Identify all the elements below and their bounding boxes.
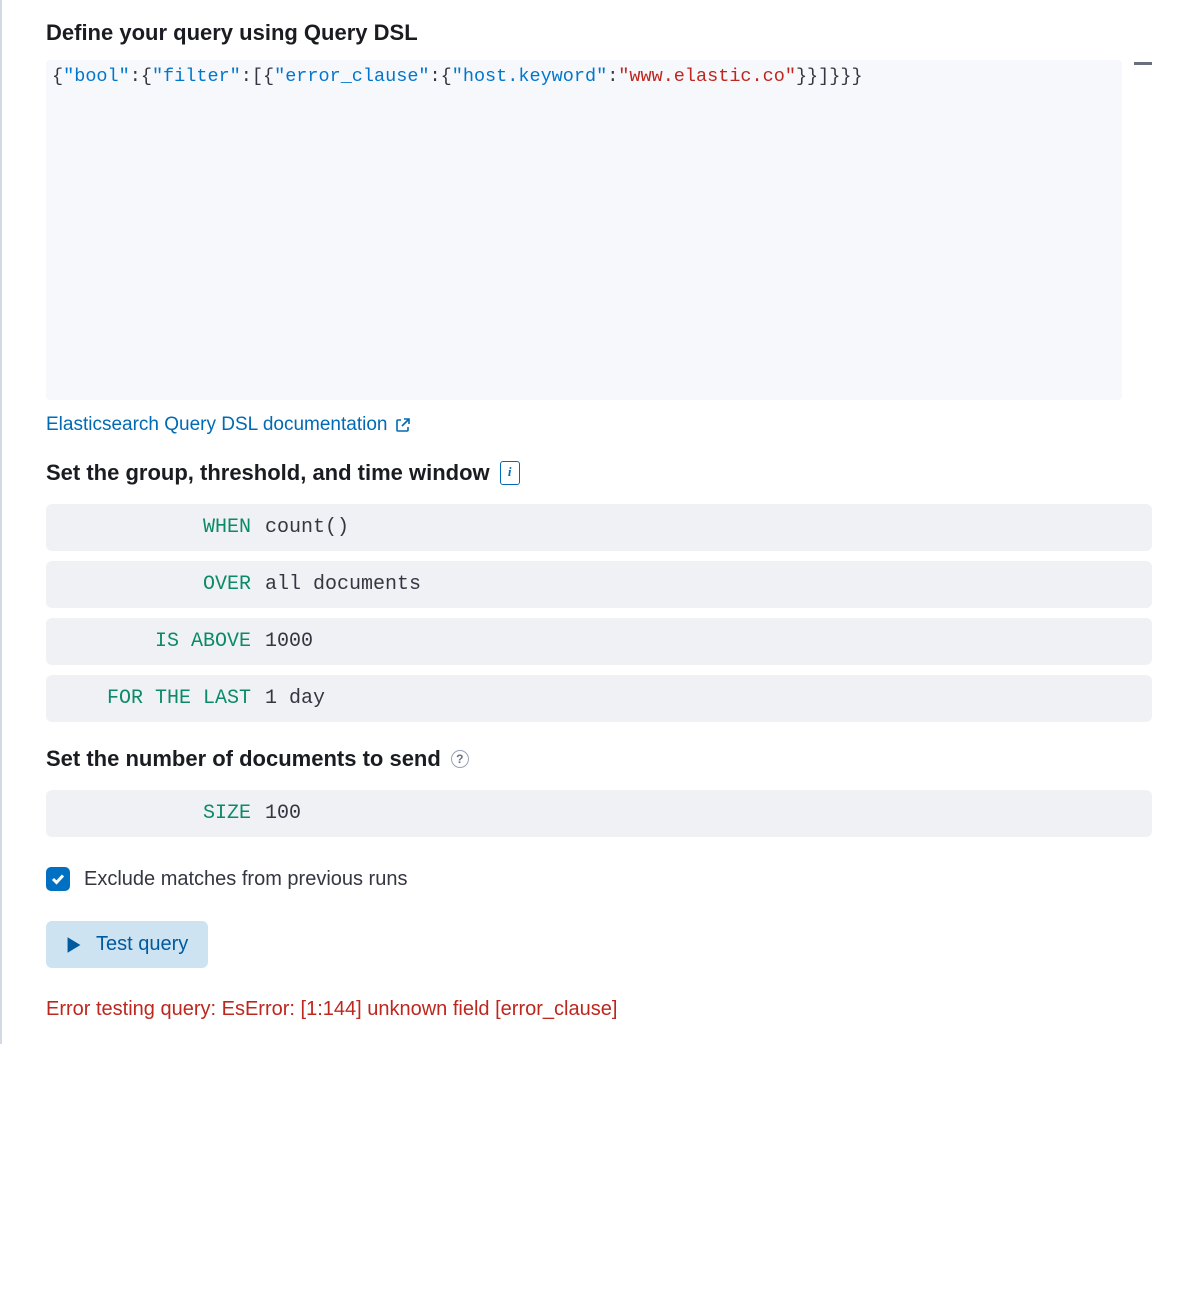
size-label: SIZE: [56, 802, 251, 825]
over-value: all documents: [265, 573, 421, 596]
docs-heading-text: Set the number of documents to send: [46, 746, 441, 772]
size-value: 100: [265, 802, 301, 825]
when-label: WHEN: [56, 516, 251, 539]
size-expression[interactable]: SIZE 100: [46, 790, 1152, 837]
is-above-expression[interactable]: IS ABOVE 1000: [46, 618, 1152, 665]
json-value-host: "www.elastic.co": [618, 66, 796, 87]
query-dsl-editor[interactable]: {"bool":{"filter":[{"error_clause":{"hos…: [46, 60, 1122, 400]
for-the-last-value: 1 day: [265, 687, 325, 710]
json-key-host-keyword: "host.keyword": [452, 66, 607, 87]
editor-collapse-handle[interactable]: [1134, 62, 1152, 65]
info-icon[interactable]: [500, 461, 520, 485]
for-the-last-expression[interactable]: FOR THE LAST 1 day: [46, 675, 1152, 722]
is-above-value: 1000: [265, 630, 313, 653]
external-link-icon: [395, 417, 411, 433]
query-dsl-heading: Define your query using Query DSL: [46, 20, 1152, 46]
threshold-heading-text: Set the group, threshold, and time windo…: [46, 460, 490, 486]
when-expression[interactable]: WHEN count(): [46, 504, 1152, 551]
when-value: count(): [265, 516, 349, 539]
json-key-bool: "bool": [63, 66, 130, 87]
query-dsl-doc-link[interactable]: Elasticsearch Query DSL documentation: [46, 414, 411, 436]
exclude-matches-checkbox[interactable]: [46, 867, 70, 891]
test-query-label: Test query: [96, 933, 188, 956]
over-label: OVER: [56, 573, 251, 596]
json-key-filter: "filter": [152, 66, 241, 87]
is-above-label: IS ABOVE: [56, 630, 251, 653]
over-expression[interactable]: OVER all documents: [46, 561, 1152, 608]
threshold-heading: Set the group, threshold, and time windo…: [46, 460, 1152, 486]
query-error-message: Error testing query: EsError: [1:144] un…: [46, 994, 666, 1024]
test-query-button[interactable]: Test query: [46, 921, 208, 968]
for-the-last-label: FOR THE LAST: [56, 687, 251, 710]
checkmark-icon: [50, 871, 66, 887]
doc-link-text: Elasticsearch Query DSL documentation: [46, 414, 387, 436]
help-icon[interactable]: [451, 750, 469, 768]
docs-to-send-heading: Set the number of documents to send: [46, 746, 1152, 772]
json-key-error-clause: "error_clause": [274, 66, 429, 87]
exclude-matches-label: Exclude matches from previous runs: [84, 868, 407, 891]
play-icon: [66, 936, 82, 954]
